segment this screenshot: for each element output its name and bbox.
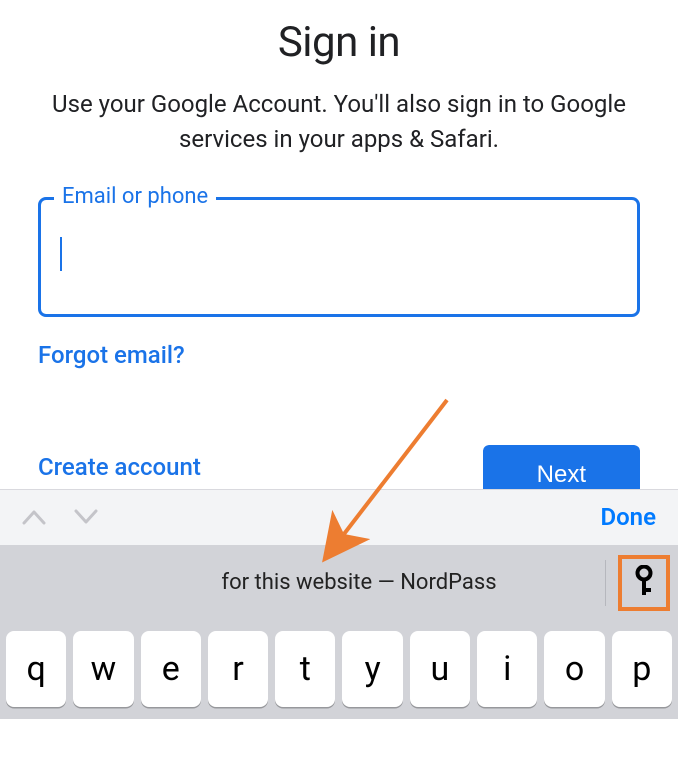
key-p[interactable]: p: [612, 631, 672, 707]
key-icon[interactable]: [630, 565, 658, 601]
next-button-clip: Next: [483, 445, 640, 489]
email-field-wrap: Email or phone: [38, 197, 640, 317]
next-button[interactable]: Next: [483, 445, 640, 489]
key-u[interactable]: u: [410, 631, 470, 707]
key-t[interactable]: t: [275, 631, 335, 707]
password-key-slot: [605, 555, 670, 611]
actions-row: Create account Next: [38, 445, 640, 489]
email-label: Email or phone: [54, 184, 216, 209]
key-o[interactable]: o: [544, 631, 604, 707]
autofill-bar: for this website — NordPass: [0, 545, 678, 621]
chevron-up-icon[interactable]: [22, 509, 46, 525]
keyboard-toolbar: Done: [0, 489, 678, 545]
chevron-down-icon[interactable]: [74, 509, 98, 525]
page-title: Sign in: [38, 18, 640, 67]
field-nav: [22, 509, 98, 525]
create-account-link[interactable]: Create account: [38, 453, 201, 489]
key-y[interactable]: y: [342, 631, 402, 707]
key-q[interactable]: q: [6, 631, 66, 707]
keyboard-row-1: q w e r t y u i o p: [0, 621, 678, 719]
page-subtitle: Use your Google Account. You'll also sig…: [38, 87, 640, 157]
separator: [605, 560, 606, 606]
autofill-suggestion[interactable]: for this website — NordPass: [0, 570, 678, 595]
text-caret: [60, 237, 62, 271]
annotation-highlight: [618, 555, 670, 611]
key-i[interactable]: i: [477, 631, 537, 707]
signin-panel: Sign in Use your Google Account. You'll …: [0, 0, 678, 489]
done-button[interactable]: Done: [600, 503, 656, 531]
key-r[interactable]: r: [208, 631, 268, 707]
key-e[interactable]: e: [141, 631, 201, 707]
email-field[interactable]: [38, 197, 640, 317]
forgot-email-link[interactable]: Forgot email?: [38, 341, 185, 369]
key-w[interactable]: w: [73, 631, 133, 707]
